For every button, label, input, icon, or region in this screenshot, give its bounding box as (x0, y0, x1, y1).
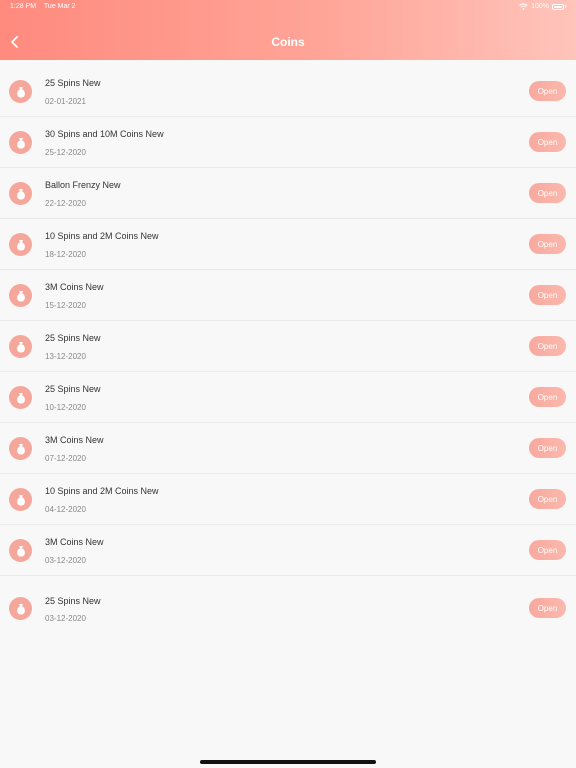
item-title: 3M Coins New (45, 282, 104, 292)
item-date: 13-12-2020 (45, 352, 86, 361)
battery-tip (565, 5, 566, 8)
item-date: 03-12-2020 (45, 614, 86, 623)
item-date: 22-12-2020 (45, 199, 86, 208)
item-date: 15-12-2020 (45, 301, 86, 310)
item-title: 25 Spins New (45, 384, 101, 394)
list-item[interactable]: 30 Spins and 10M Coins New 25-12-2020 Open (0, 117, 576, 168)
open-button[interactable]: Open (529, 387, 566, 407)
open-button[interactable]: Open (529, 336, 566, 356)
item-date: 25-12-2020 (45, 148, 86, 157)
status-date: Tue Mar 2 (43, 3, 76, 10)
item-date: 02-01-2021 (45, 97, 86, 106)
status-bar: 1:28 PM Tue Mar 2 100% (0, 0, 576, 14)
status-time: 1:28 PM (10, 3, 37, 10)
list-item[interactable]: 25 Spins New 10-12-2020 Open (0, 372, 576, 423)
item-date: 07-12-2020 (45, 454, 86, 463)
money-bag-icon (9, 182, 32, 205)
open-button[interactable]: Open (529, 234, 566, 254)
item-title: 10 Spins and 2M Coins New (45, 231, 159, 241)
money-bag-icon (9, 539, 32, 562)
money-bag-icon (9, 437, 32, 460)
nav-header: 1:28 PM Tue Mar 2 100% Coins (0, 0, 576, 60)
item-date: 04-12-2020 (45, 505, 86, 514)
coins-list: 25 Spins New 02-01-2021 Open 30 Spins and 1… (0, 66, 576, 623)
open-button[interactable]: Open (529, 540, 566, 560)
open-button[interactable]: Open (529, 81, 566, 101)
open-button[interactable]: Open (529, 132, 566, 152)
list-item[interactable]: 3M Coins New 07-12-2020 Open (0, 423, 576, 474)
item-title: 10 Spins and 2M Coins New (45, 486, 159, 496)
item-title: 25 Spins New (45, 333, 101, 343)
list-item[interactable]: 25 Spins New 03-12-2020 Open (0, 576, 576, 623)
item-date: 03-12-2020 (45, 556, 86, 565)
open-button[interactable]: Open (529, 489, 566, 509)
item-title: 3M Coins New (45, 537, 104, 547)
money-bag-icon (9, 284, 32, 307)
money-bag-icon (9, 386, 32, 409)
money-bag-icon (9, 233, 32, 256)
list-item[interactable]: 10 Spins and 2M Coins New 18-12-2020 Open (0, 219, 576, 270)
list-item[interactable]: 3M Coins New 15-12-2020 Open (0, 270, 576, 321)
page-title: Coins (271, 35, 305, 49)
money-bag-icon (9, 335, 32, 358)
list-item[interactable]: 10 Spins and 2M Coins New 04-12-2020 Open (0, 474, 576, 525)
battery-icon (552, 3, 564, 10)
money-bag-icon (9, 80, 32, 103)
battery-percent: 100% (531, 3, 549, 10)
open-button[interactable]: Open (529, 438, 566, 458)
list-item[interactable]: 3M Coins New 03-12-2020 Open (0, 525, 576, 576)
item-title: Ballon Frenzy New (45, 180, 121, 190)
money-bag-icon (9, 131, 32, 154)
open-button[interactable]: Open (529, 598, 566, 618)
item-date: 10-12-2020 (45, 403, 86, 412)
item-date: 18-12-2020 (45, 250, 86, 259)
money-bag-icon (9, 597, 32, 620)
item-title: 25 Spins New (45, 78, 101, 88)
item-title: 25 Spins New (45, 596, 101, 606)
list-item[interactable]: 25 Spins New 02-01-2021 Open (0, 66, 576, 117)
money-bag-icon (9, 488, 32, 511)
open-button[interactable]: Open (529, 183, 566, 203)
open-button[interactable]: Open (529, 285, 566, 305)
home-indicator[interactable] (200, 760, 376, 764)
list-item[interactable]: 25 Spins New 13-12-2020 Open (0, 321, 576, 372)
wifi-icon (519, 3, 528, 10)
list-item[interactable]: Ballon Frenzy New 22-12-2020 Open (0, 168, 576, 219)
item-title: 3M Coins New (45, 435, 104, 445)
item-title: 30 Spins and 10M Coins New (45, 129, 164, 139)
